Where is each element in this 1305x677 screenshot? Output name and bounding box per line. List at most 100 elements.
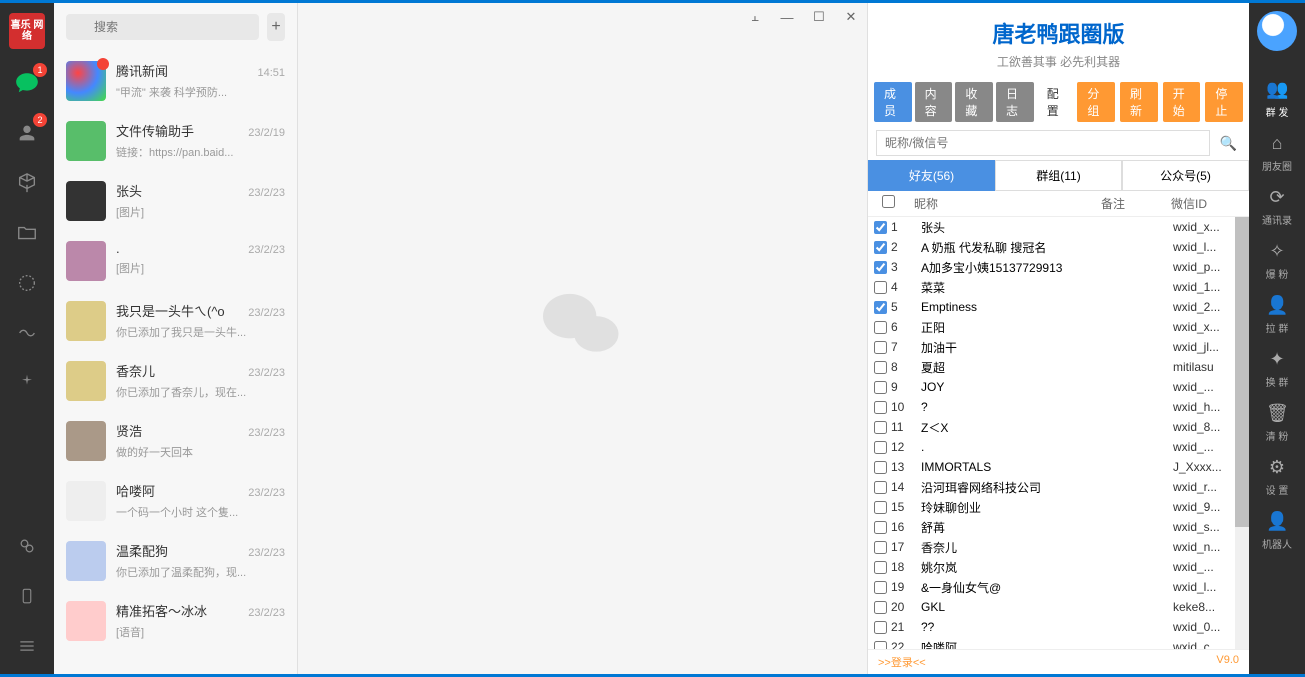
subtab-friends[interactable]: 好友(56) — [868, 160, 995, 191]
rail-item-7[interactable]: ⚙设 置 — [1262, 457, 1292, 497]
chat-item[interactable]: 张头23/2/23 [图片] — [54, 171, 297, 231]
app-logo[interactable]: 喜乐 网络 — [9, 13, 45, 49]
rail-item-0[interactable]: 👥群 发 — [1262, 79, 1292, 119]
subtab-groups[interactable]: 群组(11) — [995, 160, 1122, 191]
chat-item[interactable]: 精准拓客～冰冰23/2/23 [语音] — [54, 591, 297, 651]
row-checkbox[interactable] — [874, 261, 887, 274]
table-row[interactable]: 2 A 奶瓶 代发私聊 搜冠名 wxid_l... — [868, 237, 1249, 257]
wave-icon[interactable] — [11, 317, 43, 349]
menu-icon[interactable] — [11, 630, 43, 662]
rail-item-2[interactable]: ⟳通讯录 — [1262, 187, 1292, 227]
rail-item-8[interactable]: 👤机器人 — [1262, 511, 1292, 551]
minimize-icon[interactable]: — — [771, 3, 803, 31]
row-checkbox[interactable] — [874, 581, 887, 594]
cube-icon[interactable] — [11, 167, 43, 199]
tab-content[interactable]: 内容 — [915, 82, 953, 122]
table-row[interactable]: 3 A加多宝小姨15137729913 wxid_p... — [868, 257, 1249, 277]
duck-avatar[interactable] — [1257, 11, 1297, 51]
row-checkbox[interactable] — [874, 221, 887, 234]
pin-icon[interactable]: ⫠ — [739, 3, 771, 31]
maximize-icon[interactable]: ☐ — [803, 3, 835, 31]
row-checkbox[interactable] — [874, 241, 887, 254]
filter-input[interactable] — [876, 130, 1210, 156]
row-checkbox[interactable] — [874, 401, 887, 414]
rail-item-1[interactable]: ⌂朋友圈 — [1262, 133, 1292, 173]
table-row[interactable]: 19 &一身仙女气@ wxid_l... — [868, 577, 1249, 597]
table-row[interactable]: 22 哈喽阿 wxid_c... — [868, 637, 1249, 649]
sparkle-icon[interactable] — [11, 367, 43, 399]
close-icon[interactable]: ✕ — [835, 3, 867, 31]
row-checkbox[interactable] — [874, 421, 887, 434]
subtab-official[interactable]: 公众号(5) — [1122, 160, 1249, 191]
table-row[interactable]: 7 加油干 wxid_jl... — [868, 337, 1249, 357]
btn-group[interactable]: 分组 — [1077, 82, 1115, 122]
rail-item-4[interactable]: 👤拉 群 — [1262, 295, 1292, 335]
table-row[interactable]: 5 Emptiness wxid_2... — [868, 297, 1249, 317]
table-row[interactable]: 12 . wxid_... — [868, 437, 1249, 457]
row-checkbox[interactable] — [874, 541, 887, 554]
chat-item[interactable]: 腾讯新闻14:51 "甲流" 来袭 科学预防... — [54, 51, 297, 111]
row-checkbox[interactable] — [874, 621, 887, 634]
tab-members[interactable]: 成员 — [874, 82, 912, 122]
contacts-icon[interactable]: 2 — [11, 117, 43, 149]
chat-item[interactable]: 哈喽阿23/2/23 一个码一个小时 这个隻... — [54, 471, 297, 531]
table-row[interactable]: 17 香奈儿 wxid_n... — [868, 537, 1249, 557]
table-row[interactable]: 20 GKL keke8... — [868, 597, 1249, 617]
chat-item[interactable]: 贤浩23/2/23 做的好一天回本 — [54, 411, 297, 471]
table-row[interactable]: 14 沿河珥睿网络科技公司 wxid_r... — [868, 477, 1249, 497]
chat-item[interactable]: .23/2/23 [图片] — [54, 231, 297, 291]
table-row[interactable]: 8 夏超 mitilasu — [868, 357, 1249, 377]
table-row[interactable]: 15 玲妹聊创业 wxid_9... — [868, 497, 1249, 517]
table-row[interactable]: 11 Z＜X wxid_8... — [868, 417, 1249, 437]
add-button[interactable]: + — [267, 13, 285, 41]
chat-item[interactable]: 我只是一头牛ㄟ(^o23/2/23 你已添加了我只是一头牛... — [54, 291, 297, 351]
search-icon[interactable]: 🔍 — [1216, 135, 1241, 152]
tab-fav[interactable]: 收藏 — [955, 82, 993, 122]
btn-start[interactable]: 开始 — [1163, 82, 1201, 122]
chat-item[interactable]: 温柔配狗23/2/23 你已添加了温柔配狗，现... — [54, 531, 297, 591]
rail-item-6[interactable]: 🗑清 粉 — [1262, 403, 1292, 443]
row-checkbox[interactable] — [874, 441, 887, 454]
row-checkbox[interactable] — [874, 501, 887, 514]
rail-item-3[interactable]: ✧爆 粉 — [1262, 241, 1292, 281]
table-row[interactable]: 16 舒苒 wxid_s... — [868, 517, 1249, 537]
select-all-checkbox[interactable] — [882, 195, 895, 208]
table-row[interactable]: 10 ? wxid_h... — [868, 397, 1249, 417]
chat-icon[interactable]: 1 — [11, 67, 43, 99]
table-row[interactable]: 9 JOY wxid_... — [868, 377, 1249, 397]
table-row[interactable]: 21 ?? wxid_0... — [868, 617, 1249, 637]
row-checkbox[interactable] — [874, 561, 887, 574]
scrollbar-thumb[interactable] — [1235, 217, 1249, 527]
row-checkbox[interactable] — [874, 461, 887, 474]
chat-name: 腾讯新闻 — [116, 61, 168, 80]
btn-refresh[interactable]: 刷新 — [1120, 82, 1158, 122]
row-checkbox[interactable] — [874, 601, 887, 614]
table-row[interactable]: 1 张头 wxid_x... — [868, 217, 1249, 237]
table-row[interactable]: 13 IMMORTALS J_Xxxx... — [868, 457, 1249, 477]
row-checkbox[interactable] — [874, 641, 887, 650]
tab-log[interactable]: 日志 — [996, 82, 1034, 122]
login-link[interactable]: >>登录<< — [878, 654, 926, 670]
row-checkbox[interactable] — [874, 281, 887, 294]
chat-item[interactable]: 文件传输助手23/2/19 链接：https://pan.baid... — [54, 111, 297, 171]
scrollbar-track[interactable] — [1235, 217, 1249, 649]
row-checkbox[interactable] — [874, 341, 887, 354]
row-checkbox[interactable] — [874, 321, 887, 334]
row-checkbox[interactable] — [874, 361, 887, 374]
circle-icon[interactable] — [11, 267, 43, 299]
phone-icon[interactable] — [11, 580, 43, 612]
row-checkbox[interactable] — [874, 481, 887, 494]
table-row[interactable]: 6 正阳 wxid_x... — [868, 317, 1249, 337]
table-row[interactable]: 18 姚尔岚 wxid_... — [868, 557, 1249, 577]
chat-item[interactable]: 香奈儿23/2/23 你已添加了香奈儿，现在... — [54, 351, 297, 411]
miniprogram-icon[interactable] — [11, 530, 43, 562]
folder-icon[interactable] — [11, 217, 43, 249]
table-row[interactable]: 4 菜菜 wxid_1... — [868, 277, 1249, 297]
search-input[interactable] — [66, 14, 259, 40]
rail-item-5[interactable]: ✦换 群 — [1262, 349, 1292, 389]
btn-stop[interactable]: 停止 — [1205, 82, 1243, 122]
row-checkbox[interactable] — [874, 381, 887, 394]
tab-config[interactable]: 配置 — [1037, 82, 1075, 122]
row-checkbox[interactable] — [874, 301, 887, 314]
row-checkbox[interactable] — [874, 521, 887, 534]
